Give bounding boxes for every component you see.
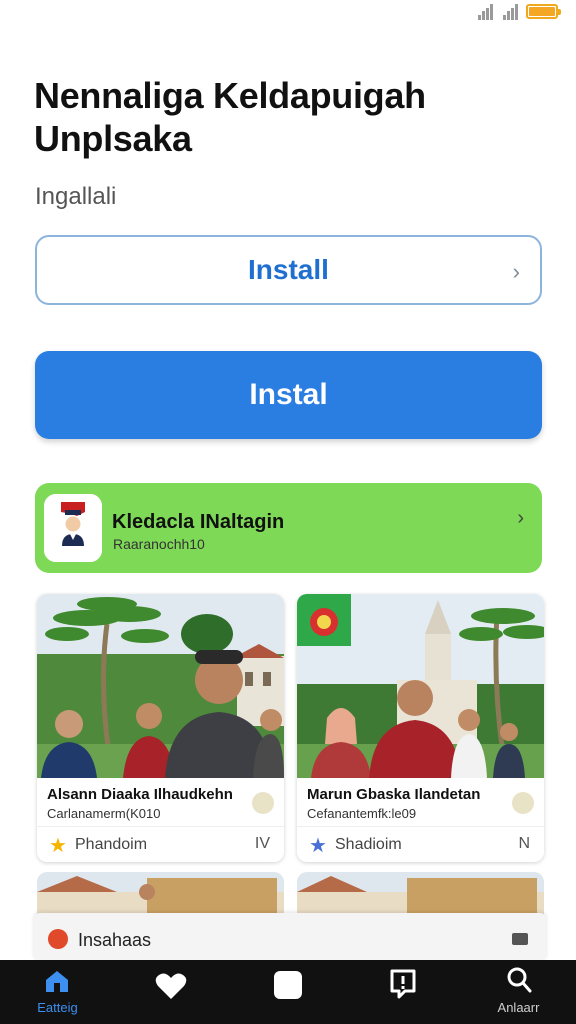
battery-icon bbox=[526, 4, 561, 19]
card-photo bbox=[37, 594, 284, 778]
tab-search[interactable]: Anlaarr bbox=[461, 960, 576, 1024]
install-outline-label: Install bbox=[248, 254, 329, 285]
card-subtitle: Cefanantemfk:le09 bbox=[307, 806, 417, 821]
alert-icon bbox=[390, 969, 416, 999]
content-card[interactable]: Marun Gbaska Ilandetan Cefanantemfk:le09… bbox=[297, 594, 544, 862]
card-icon bbox=[512, 933, 528, 945]
page-title-line2: Unplsaka bbox=[34, 118, 192, 159]
emblem-icon bbox=[252, 792, 274, 814]
wifi-signal-icon bbox=[503, 4, 521, 20]
install-primary-button[interactable]: Instal bbox=[35, 351, 542, 439]
card-footer-label: Shadioim bbox=[335, 836, 402, 853]
home-icon bbox=[46, 971, 68, 992]
tab-search-label: Anlaarr bbox=[497, 1000, 540, 1015]
tab-bar: Eatteig Anlaarr bbox=[0, 960, 576, 1024]
tab-favorites[interactable] bbox=[115, 960, 230, 1024]
signal-icon bbox=[478, 4, 496, 20]
inline-banner[interactable]: Insahaas bbox=[34, 913, 546, 961]
status-bar bbox=[0, 0, 576, 26]
install-outline-button[interactable]: Install › bbox=[35, 235, 542, 305]
featured-app-subtitle: Raaranochh10 bbox=[113, 536, 205, 552]
install-primary-label: Instal bbox=[249, 378, 328, 411]
search-icon bbox=[507, 967, 532, 993]
emblem-icon bbox=[512, 792, 534, 814]
heart-icon bbox=[155, 973, 187, 999]
card-footer[interactable]: ★ Shadioim N bbox=[297, 826, 544, 862]
tab-home-label: Eatteig bbox=[37, 1000, 78, 1015]
card-title: Alsann Diaaka Ilhaudkehn bbox=[47, 786, 233, 803]
featured-app-banner[interactable]: Kledacla INaltagin Raaranochh10 › bbox=[35, 483, 542, 573]
card-title: Marun Gbaska Ilandetan bbox=[307, 786, 481, 803]
card-photo bbox=[297, 594, 544, 778]
tab-apps[interactable] bbox=[230, 960, 345, 1024]
page-title-line1: Nennaliga Keldapuigah bbox=[34, 75, 426, 116]
badge-icon bbox=[48, 929, 68, 949]
featured-app-name: Kledacla INaltagin bbox=[112, 511, 285, 533]
square-icon bbox=[274, 971, 302, 999]
page-title: Nennaliga Keldapuigah Unplsaka bbox=[34, 74, 534, 160]
card-footer[interactable]: ★ Phandoim IV bbox=[37, 826, 284, 862]
tab-home[interactable]: Eatteig bbox=[0, 960, 115, 1024]
inline-banner-label: Insahaas bbox=[78, 930, 152, 950]
card-footer-right: IV bbox=[254, 835, 270, 852]
chevron-right-icon: › bbox=[517, 507, 524, 529]
card-subtitle: Carlanamerm(K010 bbox=[47, 806, 161, 821]
content-card[interactable]: Alsann Diaaka Ilhaudkehn Carlanamerm(K01… bbox=[37, 594, 284, 862]
card-footer-label: Phandoim bbox=[75, 836, 148, 853]
app-icon bbox=[44, 494, 102, 562]
star-icon: ★ bbox=[49, 835, 67, 857]
star-icon: ★ bbox=[309, 835, 327, 857]
tab-notifications[interactable] bbox=[345, 960, 460, 1024]
card-footer-right: N bbox=[518, 835, 530, 852]
page-subtitle: Ingallali bbox=[35, 183, 117, 210]
chevron-right-icon: › bbox=[512, 259, 520, 284]
